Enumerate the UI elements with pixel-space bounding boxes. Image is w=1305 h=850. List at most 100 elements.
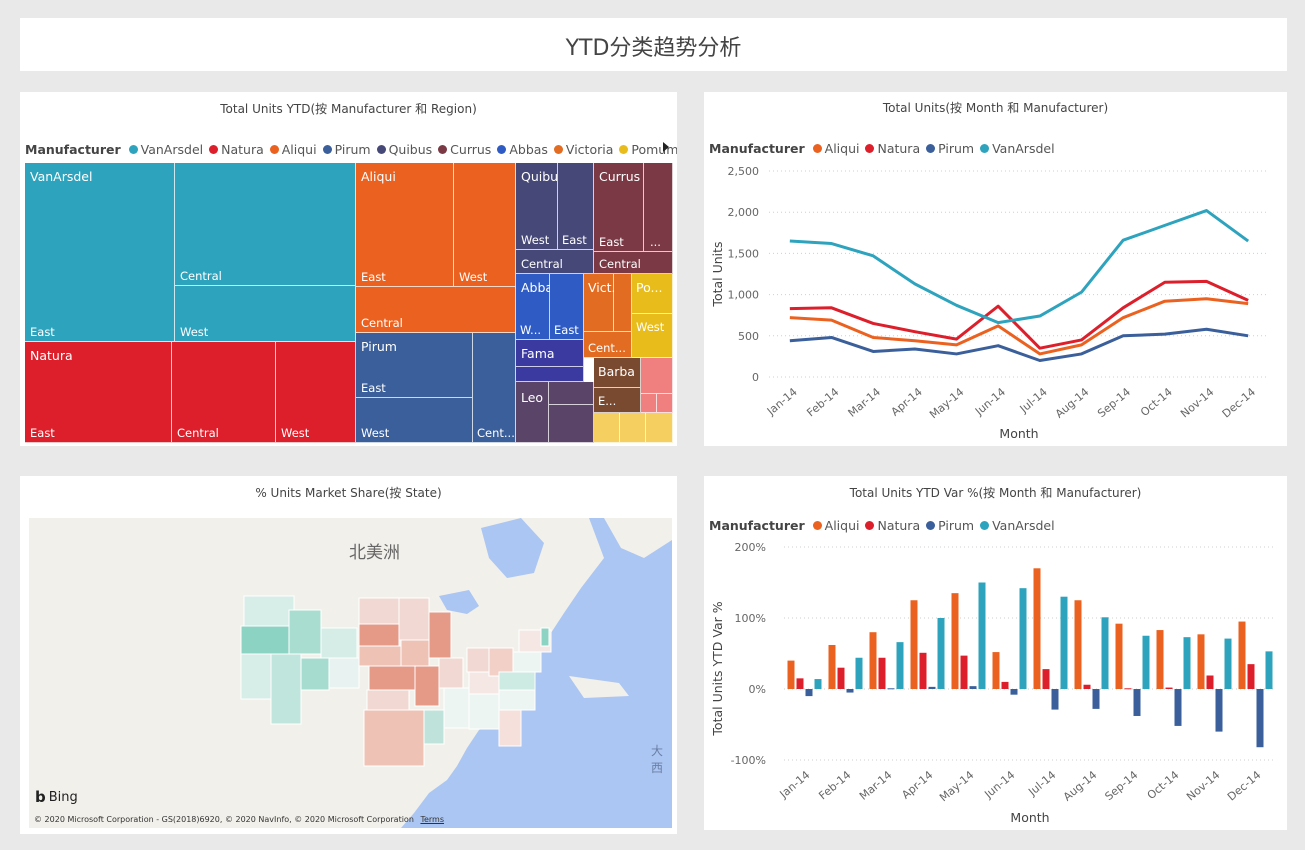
treemap-area[interactable]: VanArsdel East Central West Natura East …: [25, 163, 673, 443]
treemap-label: West: [459, 270, 488, 284]
treemap-cell-victoria-b[interactable]: [614, 274, 632, 332]
treemap-cell-pirum-east[interactable]: Pirum East: [356, 333, 473, 398]
x-tick-label: Jan-14: [777, 768, 813, 801]
treemap-cell-pomum[interactable]: Po...: [632, 274, 673, 314]
treemap-cell-abbas-west[interactable]: Abbas W...: [516, 274, 560, 340]
treemap-cell-leo-c[interactable]: [549, 405, 594, 443]
legend-label: VanArsdel: [140, 142, 204, 157]
treemap-cell-pirum-west[interactable]: West: [356, 398, 473, 443]
treemap-cell-pomum-west[interactable]: West: [632, 314, 673, 358]
x-tick-label: Dec-14: [1225, 768, 1263, 803]
treemap-cell-pink-c[interactable]: [657, 394, 673, 413]
bar-chart[interactable]: -100%0%100%200%Jan-14 Feb-14 Mar-14 Apr-14 M…: [704, 476, 1287, 830]
treemap-cell-leo-b[interactable]: [549, 382, 594, 405]
legend-next-icon[interactable]: [663, 142, 669, 152]
treemap-cell-quibus-west[interactable]: Quibus West: [516, 163, 565, 250]
treemap-label: East: [30, 325, 55, 339]
map-canvas[interactable]: [29, 518, 672, 828]
treemap-cell-natura-central[interactable]: Central: [172, 342, 276, 443]
x-tick-label: May-14: [927, 385, 966, 421]
line-chart[interactable]: 0 500 1,000 1,500 2,000 2,500 Jan-14 Feb-14 Mar-…: [704, 92, 1287, 446]
treemap-cell-gold-a[interactable]: [594, 413, 620, 443]
line-chart-panel[interactable]: Total Units(按 Month 和 Manufacturer) Manu…: [704, 92, 1287, 446]
y-tick-label: 0: [752, 371, 759, 384]
bar-vanarsdel: [1142, 635, 1150, 689]
treemap-label: Barba: [598, 364, 635, 379]
bar-vanarsdel: [1224, 638, 1232, 689]
legend-dot-icon: [553, 145, 563, 154]
legend-item-pirum[interactable]: Pirum: [322, 142, 371, 157]
treemap-label: Cent...: [588, 341, 626, 355]
legend-item-victoria[interactable]: Victoria: [553, 142, 613, 157]
bar-natura: [878, 657, 886, 689]
treemap-cell-aliqui-east[interactable]: Aliqui East: [356, 163, 454, 287]
map-panel[interactable]: % Units Market Share(按 State) 北美洲 大西 b B…: [20, 476, 677, 834]
treemap-label: East: [599, 235, 624, 249]
x-tick-label: Oct-14: [1138, 385, 1175, 419]
legend-item-natura[interactable]: Natura: [209, 142, 264, 157]
bing-icon: b: [35, 788, 46, 806]
bar-natura: [1247, 664, 1255, 689]
legend-label: Aliqui: [281, 142, 317, 157]
treemap-cell-fama[interactable]: Fama: [516, 340, 584, 367]
series-line-vanarsdel: [789, 209, 1250, 325]
map-area[interactable]: 北美洲 大西 b Bing © 2020 Microsoft Corporati…: [29, 518, 672, 828]
bar-pirum: [1174, 689, 1182, 726]
bar-natura: [1083, 684, 1091, 689]
x-tick-label: Nov-14: [1178, 385, 1216, 420]
bar-vanarsdel: [978, 582, 986, 689]
bar-natura: [919, 652, 927, 689]
map-copyright: © 2020 Microsoft Corporation - GS(2018)6…: [34, 815, 444, 824]
bing-logo: b Bing: [35, 788, 78, 806]
treemap-cell-currus-central[interactable]: Central: [594, 252, 673, 274]
legend-item-currus[interactable]: Currus: [438, 142, 491, 157]
legend-label: Pirum: [334, 142, 371, 157]
treemap-panel[interactable]: Total Units YTD(按 Manufacturer 和 Region)…: [20, 92, 677, 446]
bar-aliqui: [787, 660, 795, 689]
treemap-cell-vanarsdel-west[interactable]: West: [175, 286, 356, 342]
treemap-cell-fama-b[interactable]: [516, 367, 584, 382]
treemap-cell-barba[interactable]: Barba: [594, 358, 641, 388]
treemap-cell-vanarsdel-central[interactable]: Central: [175, 163, 356, 286]
x-tick-label: Apr-14: [889, 385, 925, 418]
treemap-cell-currus-more[interactable]: ...: [644, 163, 673, 252]
bar-pirum: [1092, 689, 1100, 709]
treemap-cell-leo[interactable]: Leo: [516, 382, 549, 443]
bar-pirum: [887, 688, 895, 690]
treemap-cell-barba-e[interactable]: E...: [594, 388, 641, 413]
treemap-label: ...: [650, 235, 661, 249]
treemap-cell-currus-east[interactable]: Currus East: [594, 163, 644, 252]
legend-label: Natura: [221, 142, 264, 157]
treemap-label: West: [521, 233, 550, 247]
bar-aliqui: [1115, 623, 1123, 689]
treemap-label: East: [30, 426, 55, 440]
treemap-cell-gold-b[interactable]: [620, 413, 646, 443]
continent-label: 北美洲: [349, 543, 400, 563]
legend-item-vanarsdel[interactable]: VanArsdel: [128, 142, 204, 157]
legend-item-aliqui[interactable]: Aliqui: [269, 142, 317, 157]
bing-label: Bing: [48, 789, 78, 805]
bar-aliqui: [951, 593, 959, 689]
terms-link[interactable]: Terms: [420, 815, 444, 824]
treemap-cell-pink-a[interactable]: [641, 358, 673, 394]
treemap-cell-natura-west[interactable]: West: [276, 342, 356, 443]
bar-chart-panel[interactable]: Total Units YTD Var %(按 Month 和 Manufact…: [704, 476, 1287, 830]
bar-pirum: [1133, 689, 1141, 716]
treemap-cell-quibus-central[interactable]: Central: [516, 250, 594, 274]
treemap-cell-natura-east[interactable]: Natura East: [25, 342, 172, 443]
treemap-cell-gold-c[interactable]: [646, 413, 673, 443]
bar-pirum: [1256, 689, 1264, 748]
treemap-cell-victoria-central[interactable]: Cent...: [584, 332, 632, 358]
treemap-cell-pirum-central[interactable]: Cent...: [473, 333, 516, 443]
legend-title: Manufacturer: [25, 142, 121, 157]
treemap-cell-victoria[interactable]: Vict...: [584, 274, 623, 332]
treemap-cell-aliqui-west[interactable]: West: [454, 163, 516, 287]
treemap-cell-aliqui-central[interactable]: Central: [356, 287, 516, 333]
legend-item-quibus[interactable]: Quibus: [376, 142, 432, 157]
bar-aliqui: [828, 644, 836, 689]
treemap-cell-abbas-east[interactable]: East: [550, 274, 584, 340]
legend-item-abbas[interactable]: Abbas: [497, 142, 548, 157]
treemap-cell-quibus-east[interactable]: East: [558, 163, 594, 250]
treemap-cell-vanarsdel-east[interactable]: VanArsdel East: [25, 163, 175, 342]
treemap-cell-pink-b[interactable]: [641, 394, 657, 413]
